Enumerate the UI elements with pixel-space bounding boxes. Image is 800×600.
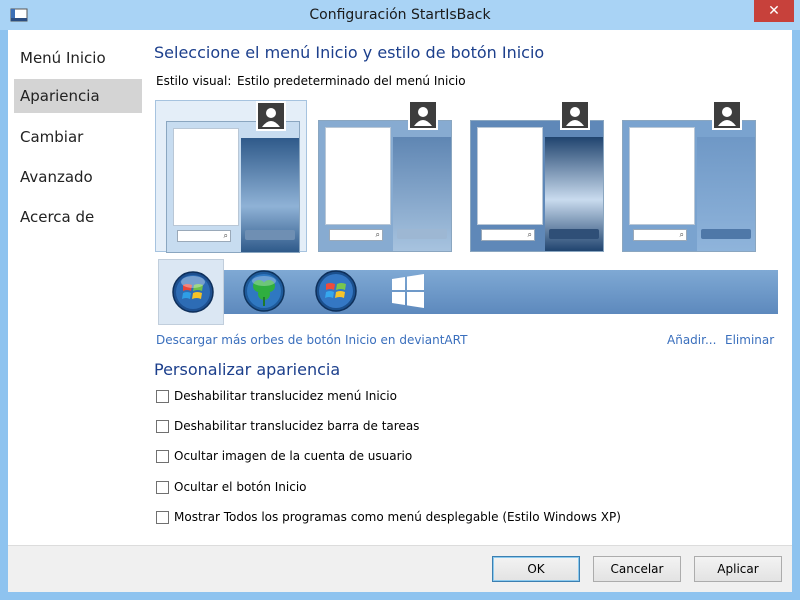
user-avatar-icon [408, 100, 438, 130]
style-preview-program-list [173, 128, 239, 226]
option-hide-start-button[interactable]: Ocultar el botón Inicio [156, 479, 307, 495]
add-orb-link[interactable]: Añadir... [667, 333, 716, 347]
style-preview-frame: ⌕ [318, 120, 452, 252]
style-option-2[interactable]: ⌕ [308, 100, 460, 252]
window-title: Configuración StartIsBack [309, 7, 491, 23]
style-preview-search-icon: ⌕ [329, 229, 383, 241]
user-avatar-icon [712, 100, 742, 130]
download-orbs-link[interactable]: Descargar más orbes de botón Inicio en d… [156, 333, 467, 347]
sidebar-item-acerca-de[interactable]: Acerca de [14, 200, 142, 234]
remove-orb-link[interactable]: Eliminar [725, 333, 774, 347]
ok-button[interactable]: OK [492, 556, 580, 582]
sidebar-item-apariencia[interactable]: Apariencia [14, 79, 142, 113]
style-preview-program-list [477, 127, 543, 225]
style-preview-search-icon: ⌕ [481, 229, 535, 241]
style-preview-frame: ⌕ [622, 120, 756, 252]
cancel-button[interactable]: Cancelar [593, 556, 681, 582]
option-all-programs-dropdown[interactable]: Mostrar Todos los programas como menú de… [156, 509, 621, 525]
style-preview-search-icon: ⌕ [633, 229, 687, 241]
visual-style-value: Estilo predeterminado del menú Inicio [237, 74, 466, 88]
orb-option-4[interactable] [374, 259, 440, 325]
windows7-orb-icon [172, 271, 214, 313]
settings-window: Configuración StartIsBack ✕ Menú Inicio … [0, 0, 800, 600]
user-avatar-icon [560, 100, 590, 130]
sidebar-item-menu-inicio[interactable]: Menú Inicio [14, 41, 142, 75]
windows8-logo-icon [392, 274, 424, 308]
orb-option-2[interactable] [230, 259, 296, 325]
style-preview-program-list [325, 127, 391, 225]
style-preview-program-list [629, 127, 695, 225]
shamrock-orb-icon [243, 270, 285, 312]
option-label: Ocultar el botón Inicio [174, 480, 307, 494]
client-area: Menú Inicio Apariencia Cambiar Avanzado … [8, 30, 792, 545]
sidebar: Menú Inicio Apariencia Cambiar Avanzado … [8, 30, 144, 545]
style-preview-frame: ⌕ [470, 120, 604, 252]
orb-option-3[interactable] [302, 259, 368, 325]
apply-button[interactable]: Aplicar [694, 556, 782, 582]
style-preview-power-button [245, 230, 295, 240]
option-disable-start-translucency[interactable]: Deshabilitar translucidez menú Inicio [156, 388, 397, 404]
sidebar-item-cambiar[interactable]: Cambiar [14, 120, 142, 154]
checkbox[interactable] [156, 449, 169, 463]
option-hide-user-picture[interactable]: Ocultar imagen de la cuenta de usuario [156, 448, 412, 464]
title-bar: Configuración StartIsBack ✕ [0, 0, 800, 30]
dialog-footer: OK Cancelar Aplicar [8, 545, 792, 592]
checkbox[interactable] [156, 480, 169, 494]
windows7-orb-alt-icon [315, 270, 357, 312]
style-preview-power-button [701, 229, 751, 239]
style-preview-search-icon: ⌕ [177, 230, 231, 242]
option-label: Deshabilitar translucidez menú Inicio [174, 389, 397, 403]
close-button[interactable]: ✕ [754, 0, 794, 22]
checkbox[interactable] [156, 510, 169, 524]
visual-style-label: Estilo visual: [156, 74, 232, 88]
style-option-3[interactable]: ⌕ [460, 100, 612, 252]
style-preview-power-button [549, 229, 599, 239]
style-option-1[interactable]: ⌕ [155, 100, 307, 253]
style-preview-power-button [397, 229, 447, 239]
customize-appearance-heading: Personalizar apariencia [154, 360, 341, 379]
sidebar-item-avanzado[interactable]: Avanzado [14, 160, 142, 194]
orb-option-1[interactable] [158, 259, 224, 325]
option-label: Deshabilitar translucidez barra de tarea… [174, 419, 420, 433]
style-preview-frame: ⌕ [166, 121, 300, 253]
option-label: Mostrar Todos los programas como menú de… [174, 510, 621, 524]
start-style-heading: Seleccione el menú Inicio y estilo de bo… [154, 43, 545, 62]
checkbox[interactable] [156, 419, 169, 433]
user-avatar-icon [256, 101, 286, 131]
checkbox[interactable] [156, 389, 169, 403]
option-label: Ocultar imagen de la cuenta de usuario [174, 449, 413, 463]
style-option-4[interactable]: ⌕ [612, 100, 764, 252]
option-disable-taskbar-translucency[interactable]: Deshabilitar translucidez barra de tarea… [156, 418, 419, 434]
